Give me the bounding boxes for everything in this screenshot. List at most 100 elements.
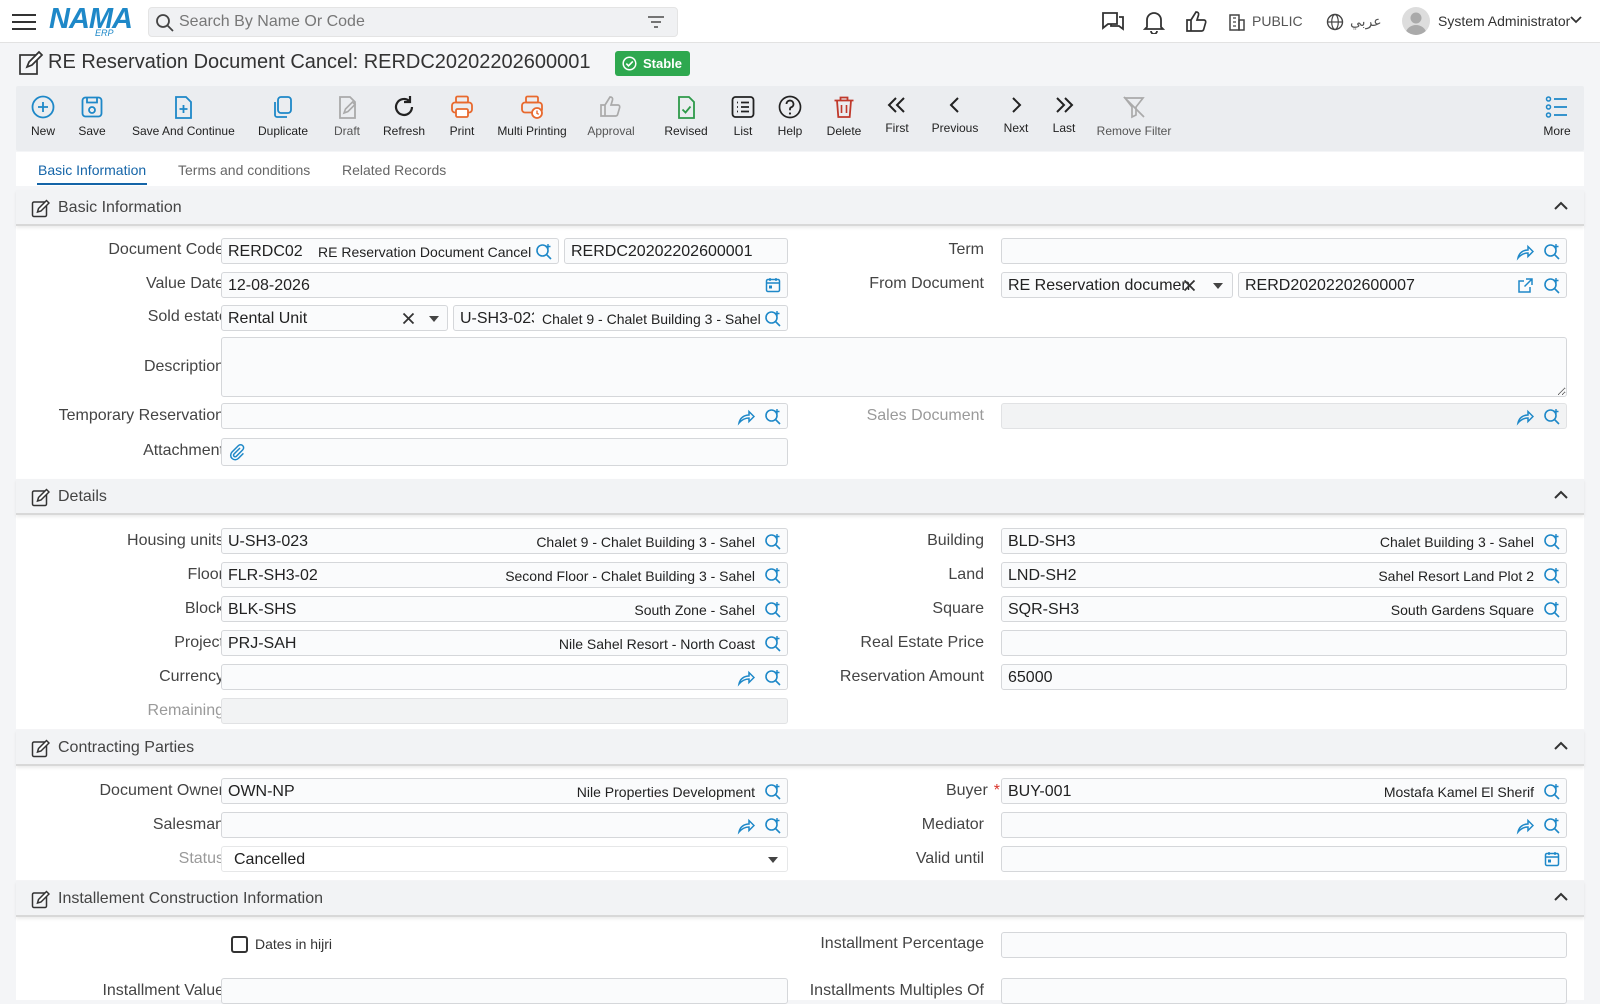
from-document-type-select[interactable]: RE Reservation document (1001, 272, 1233, 298)
lookup-search-icon[interactable] (1543, 533, 1561, 551)
dropdown-caret-icon[interactable] (768, 857, 778, 863)
paperclip-icon[interactable] (228, 443, 246, 461)
lookup-search-icon[interactable] (535, 243, 553, 261)
chevron-up-icon[interactable] (1554, 892, 1568, 901)
installment-value-field[interactable] (221, 978, 788, 1004)
last-button[interactable]: Last (1050, 94, 1078, 135)
project-field[interactable]: PRJ-SAH Nile Sahel Resort - North Coast (221, 630, 788, 656)
share-arrow-icon[interactable] (737, 669, 755, 687)
external-link-icon[interactable] (1517, 277, 1534, 294)
revised-button[interactable]: Revised (663, 94, 709, 138)
draft-button[interactable]: Draft (332, 94, 362, 138)
lookup-search-icon[interactable] (764, 635, 782, 653)
new-button[interactable]: New (30, 94, 56, 138)
status-select[interactable]: Cancelled (221, 846, 788, 872)
lookup-search-icon[interactable] (764, 408, 782, 426)
lookup-search-icon[interactable] (1543, 408, 1561, 426)
lookup-search-icon[interactable] (1543, 601, 1561, 619)
lookup-search-icon[interactable] (764, 567, 782, 585)
installment-construction-header[interactable]: Installement Construction Information (16, 881, 1584, 917)
remove-filter-button[interactable]: Remove Filter (1096, 94, 1172, 138)
building-field[interactable]: BLD-SH3 Chalet Building 3 - Sahel (1001, 528, 1567, 554)
calendar-icon[interactable] (765, 277, 781, 293)
globe-icon[interactable] (1326, 13, 1344, 31)
share-arrow-icon[interactable] (737, 817, 755, 835)
lookup-search-icon[interactable] (764, 310, 782, 328)
document-code-field[interactable]: RERDC02 RE Reservation Document Cancel (221, 238, 559, 264)
sales-document-field[interactable] (1001, 403, 1567, 429)
salesman-field[interactable] (221, 812, 788, 838)
tab-basic-information[interactable]: Basic Information (38, 162, 146, 178)
avatar[interactable] (1402, 7, 1430, 35)
basic-information-header[interactable]: Basic Information (16, 190, 1584, 226)
hamburger-menu-icon[interactable] (12, 11, 36, 31)
installment-percentage-field[interactable] (1001, 932, 1567, 958)
real-estate-price-field[interactable] (1001, 630, 1567, 656)
search-input[interactable] (179, 8, 639, 36)
chevron-up-icon[interactable] (1554, 490, 1568, 499)
lookup-search-icon[interactable] (1543, 277, 1561, 295)
share-arrow-icon[interactable] (1516, 817, 1534, 835)
print-button[interactable]: Print (448, 94, 476, 138)
document-owner-field[interactable]: OWN-NP Nile Properties Development (221, 778, 788, 804)
tab-related-records[interactable]: Related Records (342, 162, 446, 178)
sold-estate-unit-field[interactable]: U-SH3-023 Chalet 9 - Chalet Building 3 -… (453, 305, 788, 331)
square-field[interactable]: SQR-SH3 South Gardens Square (1001, 596, 1567, 622)
details-header[interactable]: Details (16, 479, 1584, 515)
next-button[interactable]: Next (1002, 94, 1030, 135)
lookup-search-icon[interactable] (1543, 243, 1561, 261)
language-switch[interactable]: عربي (1350, 13, 1382, 30)
multi-printing-button[interactable]: Multi Printing (496, 94, 568, 138)
temporary-reservation-field[interactable] (221, 403, 788, 429)
attachment-field[interactable] (221, 438, 788, 466)
chevron-down-icon[interactable] (1570, 16, 1582, 24)
description-textarea[interactable] (221, 337, 1567, 397)
installments-multiples-field[interactable] (1001, 978, 1567, 1004)
first-button[interactable]: First (882, 94, 912, 135)
document-number-field[interactable]: RERDC20202202600001 (564, 238, 788, 264)
block-field[interactable]: BLK-SHS South Zone - Sahel (221, 596, 788, 622)
buyer-field[interactable]: BUY-001 Mostafa Kamel El Sherif (1001, 778, 1567, 804)
lookup-search-icon[interactable] (764, 669, 782, 687)
land-field[interactable]: LND-SH2 Sahel Resort Land Plot 2 (1001, 562, 1567, 588)
contracting-parties-header[interactable]: Contracting Parties (16, 730, 1584, 766)
term-field[interactable] (1001, 238, 1567, 264)
lookup-search-icon[interactable] (764, 533, 782, 551)
chevron-up-icon[interactable] (1554, 741, 1568, 750)
lookup-search-icon[interactable] (764, 817, 782, 835)
lookup-search-icon[interactable] (1543, 817, 1561, 835)
list-button[interactable]: List (730, 94, 756, 138)
user-name[interactable]: System Administrator (1438, 13, 1570, 29)
more-button[interactable]: More (1542, 94, 1572, 138)
share-arrow-icon[interactable] (1516, 408, 1534, 426)
dates-in-hijri-checkbox[interactable] (231, 936, 248, 953)
duplicate-button[interactable]: Duplicate (258, 94, 308, 138)
lookup-search-icon[interactable] (764, 783, 782, 801)
reservation-amount-field[interactable]: 65000 (1001, 664, 1567, 690)
previous-button[interactable]: Previous (930, 94, 980, 135)
calendar-icon[interactable] (1544, 851, 1560, 867)
currency-field[interactable] (221, 664, 788, 690)
help-button[interactable]: Help (776, 94, 804, 138)
nama-erp-logo[interactable]: NAMA ERP (49, 4, 133, 40)
clear-x-icon[interactable] (402, 312, 415, 325)
delete-button[interactable]: Delete (824, 94, 864, 138)
scope-label[interactable]: PUBLIC (1252, 13, 1303, 29)
value-date-field[interactable]: 12-08-2026 (221, 272, 788, 298)
thumbs-up-icon[interactable] (1184, 10, 1208, 34)
housing-units-field[interactable]: U-SH3-023 Chalet 9 - Chalet Building 3 -… (221, 528, 788, 554)
valid-until-field[interactable] (1001, 846, 1567, 872)
lookup-search-icon[interactable] (764, 601, 782, 619)
lookup-search-icon[interactable] (1543, 783, 1561, 801)
from-document-number-field[interactable]: RERD20202202600007 (1238, 272, 1567, 298)
chat-icon[interactable] (1100, 10, 1126, 34)
bell-icon[interactable] (1143, 10, 1165, 34)
clear-x-icon[interactable] (1183, 279, 1196, 292)
floor-field[interactable]: FLR-SH3-02 Second Floor - Chalet Buildin… (221, 562, 788, 588)
share-arrow-icon[interactable] (737, 408, 755, 426)
filter-icon[interactable] (647, 15, 665, 29)
mediator-field[interactable] (1001, 812, 1567, 838)
share-arrow-icon[interactable] (1516, 243, 1534, 261)
refresh-button[interactable]: Refresh (382, 94, 426, 138)
tab-terms-and-conditions[interactable]: Terms and conditions (178, 162, 310, 178)
